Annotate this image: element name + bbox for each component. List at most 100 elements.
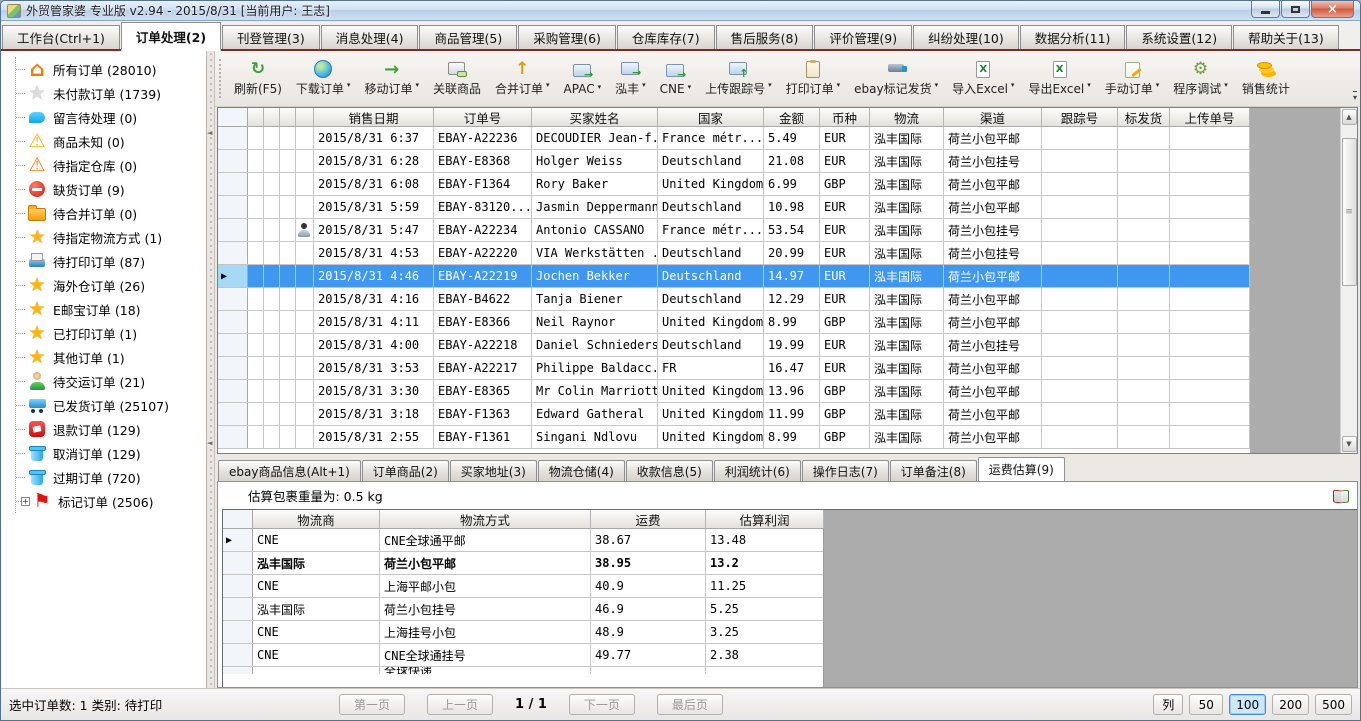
sidebar-item-3[interactable]: 商品未知 (0) — [16, 129, 206, 153]
sidebar-item-4[interactable]: 待指定仓库 (0) — [16, 153, 206, 177]
sidebar-item-5[interactable]: 缺货订单 (9) — [16, 177, 206, 201]
first-page-button[interactable]: 第一页 — [339, 694, 405, 715]
shipping-option-row[interactable]: 泓丰国际荷兰小包挂号46.95.25 — [223, 598, 823, 621]
detail-tab-1[interactable]: ebay商品信息(Alt+1) — [218, 460, 361, 481]
menu-tab-1[interactable]: 工作台(Ctrl+1) — [2, 25, 120, 49]
book-icon[interactable] — [1333, 490, 1349, 502]
menu-tab-10[interactable]: 纠纷处理(10) — [913, 25, 1019, 49]
sidebar-item-8[interactable]: 待打印订单 (87) — [16, 249, 206, 273]
toolbar-move-orders-button[interactable]: 移动订单▾ — [357, 57, 426, 100]
sidebar-item-9[interactable]: 海外仓订单 (26) — [16, 273, 206, 297]
toolbar-print-orders-button[interactable]: 打印订单▾ — [779, 57, 848, 100]
detail-tab-8[interactable]: 订单备注(8) — [890, 460, 977, 481]
ship-column-header-method[interactable]: 物流方式 — [380, 510, 591, 528]
sidebar-splitter[interactable]: ◄ ◄ — [207, 51, 215, 688]
dropdown-arrow-icon[interactable]: ▾ — [768, 81, 772, 89]
order-row[interactable]: 2015/8/31 6:37EBAY-A22236DECOUDIER Jean-… — [218, 127, 1250, 150]
column-header-channel[interactable]: 渠道 — [944, 108, 1042, 126]
sidebar-item-18[interactable]: +标记订单 (2506) — [16, 489, 206, 513]
menu-tab-2[interactable]: 订单处理(2) — [121, 22, 221, 51]
column-header-country[interactable]: 国家 — [658, 108, 764, 126]
toolbar-overflow-button[interactable]: ▾ — [1353, 91, 1357, 102]
detail-tab-7[interactable]: 操作日志(7) — [802, 460, 889, 481]
toolbar-apac-button[interactable]: APAC▾ — [557, 59, 609, 99]
detail-tab-4[interactable]: 物流仓储(4) — [538, 460, 625, 481]
sidebar-item-17[interactable]: 过期订单 (720) — [16, 465, 206, 489]
dropdown-arrow-icon[interactable]: ▾ — [1087, 81, 1091, 89]
toolbar-refresh-button[interactable]: 刷新(F5) — [227, 57, 289, 100]
toolbar-manual-order-button[interactable]: 手动订单▾ — [1098, 57, 1167, 100]
menu-tab-4[interactable]: 消息处理(4) — [321, 25, 419, 49]
shipping-option-row[interactable]: CNE上海挂号小包48.93.25 — [223, 621, 823, 644]
dropdown-arrow-icon[interactable]: ▾ — [688, 83, 692, 91]
column-header-amount[interactable]: 金额 — [764, 108, 820, 126]
scroll-down-icon[interactable]: ▼ — [1342, 436, 1357, 452]
toolbar-hongfeng-button[interactable]: 泓丰▾ — [608, 57, 653, 100]
shipping-option-row[interactable]: CNECNE全球通挂号49.772.38 — [223, 644, 823, 667]
shipping-option-row[interactable]: CNE上海平邮小包40.911.25 — [223, 575, 823, 598]
sidebar-item-14[interactable]: 已发货订单 (25107) — [16, 393, 206, 417]
menu-tab-7[interactable]: 仓库库存(7) — [617, 25, 715, 49]
ship-column-header-fee[interactable]: 运费 — [591, 510, 706, 528]
dropdown-arrow-icon[interactable]: ▾ — [546, 81, 550, 89]
dropdown-arrow-icon[interactable]: ▾ — [642, 81, 646, 89]
sidebar-item-16[interactable]: 取消订单 (129) — [16, 441, 206, 465]
detail-tab-2[interactable]: 订单商品(2) — [362, 460, 449, 481]
sidebar-item-13[interactable]: 待交运订单 (21) — [16, 369, 206, 393]
toolbar-cne-button[interactable]: CNE▾ — [653, 59, 698, 99]
last-page-button[interactable]: 最后页 — [657, 694, 723, 715]
page-size-100-button[interactable]: 100 — [1229, 694, 1266, 715]
column-header-upload[interactable]: 上传单号 — [1170, 108, 1250, 126]
ship-column-header-marker[interactable] — [223, 510, 253, 528]
sidebar-item-12[interactable]: 其他订单 (1) — [16, 345, 206, 369]
detail-tab-3[interactable]: 买家地址(3) — [450, 460, 537, 481]
dropdown-arrow-icon[interactable]: ▾ — [837, 81, 841, 89]
menu-tab-9[interactable]: 评价管理(9) — [814, 25, 912, 49]
shipping-option-row[interactable]: ▶CNECNE全球通平邮38.6713.48 — [223, 529, 823, 552]
order-row[interactable]: 2015/8/31 6:28EBAY-E8368Holger WeissDeut… — [218, 150, 1250, 173]
dropdown-arrow-icon[interactable]: ▾ — [1011, 81, 1015, 89]
ship-column-header-provider[interactable]: 物流商 — [253, 510, 380, 528]
sidebar-item-2[interactable]: 留言待处理 (0) — [16, 105, 206, 129]
dropdown-arrow-icon[interactable]: ▾ — [935, 81, 939, 89]
order-row[interactable]: ▶2015/8/31 4:46EBAY-A22219Jochen BekkerD… — [218, 265, 1250, 288]
menu-tab-8[interactable]: 售后服务(8) — [716, 25, 814, 49]
order-row[interactable]: 2015/8/31 3:30EBAY-E8365Mr Colin Marriot… — [218, 380, 1250, 403]
close-button[interactable]: × — [1311, 1, 1354, 18]
column-header-date[interactable]: 销售日期 — [314, 108, 434, 126]
shipping-option-row[interactable]: 全球快递 — [223, 667, 823, 674]
page-size-50-button[interactable]: 50 — [1189, 694, 1223, 715]
detail-tab-5[interactable]: 收款信息(5) — [626, 460, 713, 481]
menu-tab-11[interactable]: 数据分析(11) — [1020, 25, 1126, 49]
order-row[interactable]: 2015/8/31 3:18EBAY-F1363Edward GatheralU… — [218, 403, 1250, 426]
column-header-currency[interactable]: 币种 — [820, 108, 870, 126]
toolbar-ebay-mark-shipped-button[interactable]: ebay标记发货▾ — [847, 57, 945, 100]
ship-column-header-profit[interactable]: 估算利润 — [706, 510, 824, 528]
menu-tab-6[interactable]: 采购管理(6) — [518, 25, 616, 49]
toolbar-export-excel-button[interactable]: 导出Excel▾ — [1021, 57, 1097, 100]
page-size-200-button[interactable]: 200 — [1272, 694, 1309, 715]
order-row[interactable]: 2015/8/31 4:00EBAY-A22218Daniel Schniede… — [218, 334, 1250, 357]
shipping-option-row[interactable]: 泓丰国际荷兰小包平邮38.9513.2 — [223, 552, 823, 575]
toolbar-merge-orders-button[interactable]: 合并订单▾ — [488, 57, 557, 100]
order-row[interactable]: 2015/8/31 6:08EBAY-F1364Rory BakerUnited… — [218, 173, 1250, 196]
detail-tab-6[interactable]: 利润统计(6) — [714, 460, 801, 481]
column-header-tracking[interactable]: 跟踪号 — [1042, 108, 1118, 126]
column-header-shipped[interactable]: 标发货 — [1118, 108, 1170, 126]
column-header-flag-3[interactable] — [296, 108, 314, 126]
column-header-flag-1[interactable] — [264, 108, 280, 126]
order-row[interactable]: 2015/8/31 5:47EBAY-A22234Antonio CASSANO… — [218, 219, 1250, 242]
sidebar-item-11[interactable]: 已打印订单 (1) — [16, 321, 206, 345]
order-row[interactable]: 2015/8/31 4:11EBAY-E8366Neil RaynorUnite… — [218, 311, 1250, 334]
page-size-500-button[interactable]: 500 — [1315, 694, 1352, 715]
minimize-button[interactable] — [1251, 1, 1280, 18]
order-row[interactable]: 2015/8/31 3:53EBAY-A22217Philippe Baldac… — [218, 357, 1250, 380]
vertical-scrollbar[interactable]: ▲ ≡ ▼ — [1340, 108, 1357, 453]
prev-page-button[interactable]: 上一页 — [427, 694, 493, 715]
menu-tab-3[interactable]: 刊登管理(3) — [222, 25, 320, 49]
next-page-button[interactable]: 下一页 — [569, 694, 635, 715]
menu-tab-5[interactable]: 商品管理(5) — [419, 25, 517, 49]
order-row[interactable]: 2015/8/31 4:53EBAY-A22220VIA Werkstätten… — [218, 242, 1250, 265]
column-header-buyer[interactable]: 买家姓名 — [532, 108, 658, 126]
dropdown-arrow-icon[interactable]: ▾ — [1224, 81, 1228, 89]
